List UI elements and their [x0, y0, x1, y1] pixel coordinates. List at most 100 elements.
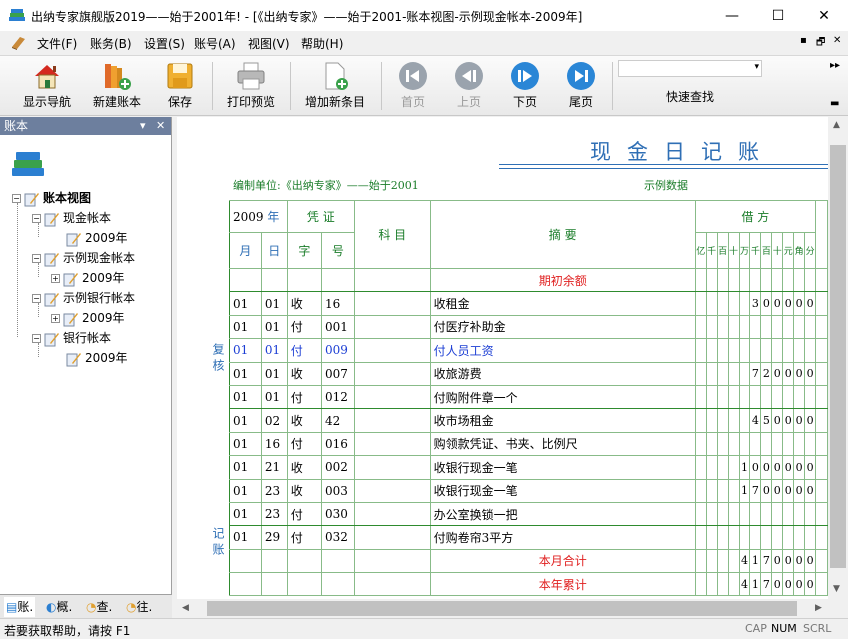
subject-cell	[353, 431, 431, 457]
tree-expander[interactable]: +	[51, 274, 60, 283]
previous-page-button[interactable]: 上页	[448, 56, 490, 116]
amount-digit-cell	[727, 478, 740, 503]
scroll-right-icon[interactable]: ▶	[815, 603, 822, 613]
ledger-row[interactable]: 01 23 付 030 办公室换锁一把	[229, 501, 828, 527]
mdi-minimize-button[interactable]: ▪	[800, 35, 807, 46]
amount-digit-cell	[782, 267, 795, 293]
quick-search-label[interactable]: 快速查找	[618, 88, 762, 105]
tree-item-ledger-view[interactable]: − 账本视图	[12, 188, 91, 208]
month-cell: 01	[229, 525, 262, 550]
amount-digit-cell	[793, 501, 806, 527]
minimize-button[interactable]: —	[709, 0, 755, 31]
tree-item-cash-book[interactable]: − 现金帐本	[32, 208, 111, 228]
ledger-row[interactable]: 01 01 收 16 收租金 3 0 0 0 0 0	[229, 291, 828, 316]
vertical-scrollbar[interactable]: ▲ ▼	[828, 117, 848, 599]
tree-expander[interactable]: −	[32, 294, 41, 303]
tree-expander[interactable]: −	[32, 214, 41, 223]
menu-view[interactable]: 视图(V)	[248, 35, 290, 52]
save-button[interactable]: 保存	[158, 56, 202, 116]
tab-ledgers[interactable]: ▤账.	[4, 597, 36, 617]
amount-digit-cell	[705, 408, 718, 433]
tree-item-bank-book[interactable]: − 银行帐本	[32, 328, 111, 348]
toolbar-menu-icon[interactable]: ▬	[830, 98, 839, 109]
save-label: 保存	[167, 95, 192, 109]
menu-accounts[interactable]: 账务(B)	[90, 35, 132, 52]
voucher-type-cell: 付	[286, 338, 322, 363]
tree-item-sample-cash-book[interactable]: − 示例现金帐本	[32, 248, 135, 268]
pane-close-icon[interactable]: ✕	[156, 117, 165, 135]
amount-digit-cell	[694, 291, 707, 316]
new-book-label: 新建账本	[92, 95, 141, 109]
ledger-row[interactable]: 01 01 收 007 收旅游费 7 2 0 0 0 0	[229, 361, 828, 386]
scroll-down-icon[interactable]: ▼	[833, 584, 840, 594]
ledger-title: 现金日记账	[590, 140, 775, 164]
tree-item-cash-2009[interactable]: 2009年	[66, 228, 128, 248]
menu-settings[interactable]: 设置(S)	[144, 35, 185, 52]
num-lock-indicator: NUM	[771, 622, 797, 635]
last-page-button[interactable]: 尾页	[560, 56, 602, 116]
amount-digit-cell	[738, 338, 751, 363]
tree-item-sample-bank-2009[interactable]: +2009年	[51, 308, 125, 328]
amount-digit-cell	[716, 501, 729, 527]
pane-pin-icon[interactable]: ▾	[140, 117, 146, 135]
menu-account-number[interactable]: 账号(A)	[194, 35, 236, 52]
ledger-row[interactable]: 01 16 付 016 购领款凭证、书夹、比例尺	[229, 431, 828, 457]
mdi-close-button[interactable]: ✕	[833, 35, 841, 46]
ledger-row[interactable]: 01 01 付 009 付人员工资	[229, 338, 828, 363]
amount-digit-cell: 0	[793, 455, 806, 480]
horizontal-scrollbar[interactable]: ◀ ▶	[177, 599, 828, 618]
print-preview-button[interactable]: 打印预览	[220, 56, 282, 116]
mdi-restore-button[interactable]: 🗗	[816, 35, 825, 52]
tree-item-sample-cash-2009[interactable]: +2009年	[51, 268, 125, 288]
menu-help[interactable]: 帮助(H)	[301, 35, 343, 52]
next-page-button[interactable]: 下页	[504, 56, 546, 116]
quick-search-input[interactable]: ▾	[618, 60, 762, 77]
ledger-row[interactable]: 01 29 付 032 付购卷帘3平方	[229, 525, 828, 550]
amount-digit-cell	[694, 431, 707, 457]
tree-item-bank-2009[interactable]: 2009年	[66, 348, 128, 368]
amount-digit-cell	[793, 338, 806, 363]
first-page-button[interactable]: 首页	[392, 56, 434, 116]
digit-place-header: 百	[716, 232, 729, 269]
amount-digit-cell	[727, 267, 740, 293]
voucher-type-cell: 付	[286, 431, 322, 457]
subject-cell	[353, 384, 431, 410]
amount-digit-cell	[705, 431, 718, 457]
amount-digit-cell: 4	[738, 548, 751, 574]
maximize-button[interactable]: ☐	[755, 0, 801, 31]
tree-expander[interactable]: −	[32, 334, 41, 343]
show-navigation-button[interactable]: 显示导航	[14, 56, 80, 116]
tree-expander[interactable]: +	[51, 314, 60, 323]
toolbar-overflow-icon[interactable]: ▸▸	[830, 60, 840, 71]
tab-overview[interactable]: ◐概.	[46, 597, 72, 617]
subject-header: 科 目	[353, 200, 431, 269]
title-bar: 出纳专家旗舰版2019——始于2001年! - [《出纳专家》——始于2001-…	[0, 0, 848, 31]
end-cell	[815, 408, 828, 433]
vertical-scroll-thumb[interactable]	[830, 145, 846, 568]
month-total-row: 本月合计 4 1 7 0 0 0 0	[229, 548, 828, 574]
ledger-row[interactable]: 01 21 收 002 收银行现金一笔 1 0 0 0 0 0 0	[229, 455, 828, 480]
month-cell: 01	[229, 384, 262, 410]
end-cell	[815, 431, 828, 457]
scroll-up-icon[interactable]: ▲	[833, 120, 840, 130]
amount-digit-cell: 3	[749, 291, 762, 316]
menu-file[interactable]: 文件(F)	[37, 35, 77, 52]
tree-expander[interactable]: −	[32, 254, 41, 263]
ledger-row[interactable]: 01 01 付 001 付医疗补助金	[229, 314, 828, 340]
ledger-row[interactable]: 01 23 收 003 收银行现金一笔 1 7 0 0 0 0 0	[229, 478, 828, 503]
tab-search[interactable]: ◔查.	[86, 597, 112, 617]
new-book-button[interactable]: 新建账本	[86, 56, 148, 116]
tab-contacts[interactable]: ◔往.	[126, 597, 152, 617]
toolbar-separator	[612, 62, 613, 110]
ledger-row[interactable]: 01 02 收 42 收市场租金 4 5 0 0 0 0	[229, 408, 828, 433]
horizontal-scroll-thumb[interactable]	[207, 601, 797, 616]
amount-digit-cell	[716, 361, 729, 386]
toolbar: 显示导航 新建账本 保存 打印预览 增加新条目 首页 上页 下页 尾页 ▾ 快速…	[0, 56, 848, 116]
ledger-row[interactable]: 01 01 付 012 付购附件章一个	[229, 384, 828, 410]
amount-digit-cell	[727, 455, 740, 480]
add-entry-button[interactable]: 增加新条目	[298, 56, 372, 116]
tree-expander[interactable]: −	[12, 194, 21, 203]
scroll-left-icon[interactable]: ◀	[182, 603, 189, 613]
tree-item-sample-bank-book[interactable]: − 示例银行帐本	[32, 288, 135, 308]
close-button[interactable]: ✕	[801, 0, 847, 31]
